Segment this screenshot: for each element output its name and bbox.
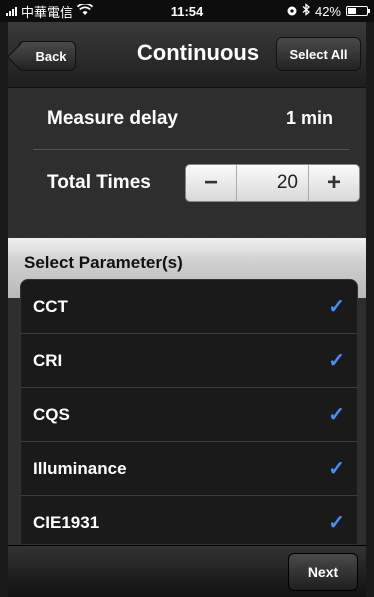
status-bar: 中華電信 11:54 42% (0, 0, 374, 22)
list-item-label: CIE1931 (33, 512, 100, 532)
list-item-cie1931[interactable]: CIE1931 ✓ (21, 496, 357, 544)
settings-panel: Measure delay 1 min Total Times − 20 + (8, 88, 366, 238)
list-item-cct[interactable]: CCT ✓ (21, 280, 357, 334)
checkmark-icon: ✓ (328, 350, 345, 372)
total-times-value[interactable]: 20 (237, 172, 308, 194)
location-icon (287, 4, 297, 19)
measure-delay-row[interactable]: Measure delay 1 min (33, 88, 349, 150)
carrier-label: 中華電信 (21, 4, 74, 20)
total-times-label: Total Times (47, 172, 151, 193)
checkmark-icon: ✓ (328, 296, 345, 318)
list-item-label: Illuminance (33, 458, 127, 478)
battery-icon (346, 6, 370, 16)
bluetooth-icon (302, 3, 310, 19)
bottom-toolbar: Next (8, 545, 366, 597)
select-all-button[interactable]: Select All (276, 37, 361, 71)
measure-delay-label: Measure delay (47, 108, 178, 129)
wifi-icon (76, 2, 94, 19)
next-button[interactable]: Next (288, 553, 358, 591)
checkmark-icon: ✓ (328, 512, 345, 534)
parameter-list: CCT ✓ CRI ✓ CQS ✓ Illuminance ✓ CIE1931 … (20, 279, 358, 545)
list-item-illuminance[interactable]: Illuminance ✓ (21, 442, 357, 496)
list-item-label: CCT (33, 296, 68, 316)
checkmark-icon: ✓ (328, 458, 345, 480)
total-times-stepper: − 20 + (185, 164, 360, 202)
section-header: Select Parameter(s) (24, 253, 183, 272)
back-button-label: Back (35, 48, 67, 64)
list-item-label: CRI (33, 350, 63, 370)
checkmark-icon: ✓ (328, 404, 345, 426)
increment-button[interactable]: + (309, 165, 359, 201)
navigation-bar: Back Continuous Select All (8, 22, 366, 88)
page-title: Continuous (136, 40, 260, 65)
list-item-cqs[interactable]: CQS ✓ (21, 388, 357, 442)
list-item-label: CQS (33, 404, 70, 424)
signal-icon (6, 6, 17, 16)
status-left: 中華電信 (6, 2, 94, 21)
decrement-button[interactable]: − (186, 165, 236, 201)
battery-percent: 42% (314, 3, 341, 19)
back-button[interactable]: Back (18, 41, 76, 71)
measure-delay-value: 1 min (285, 108, 333, 128)
settings-divider (33, 149, 349, 150)
status-right: 42% (287, 3, 370, 19)
list-item-cri[interactable]: CRI ✓ (21, 334, 357, 388)
